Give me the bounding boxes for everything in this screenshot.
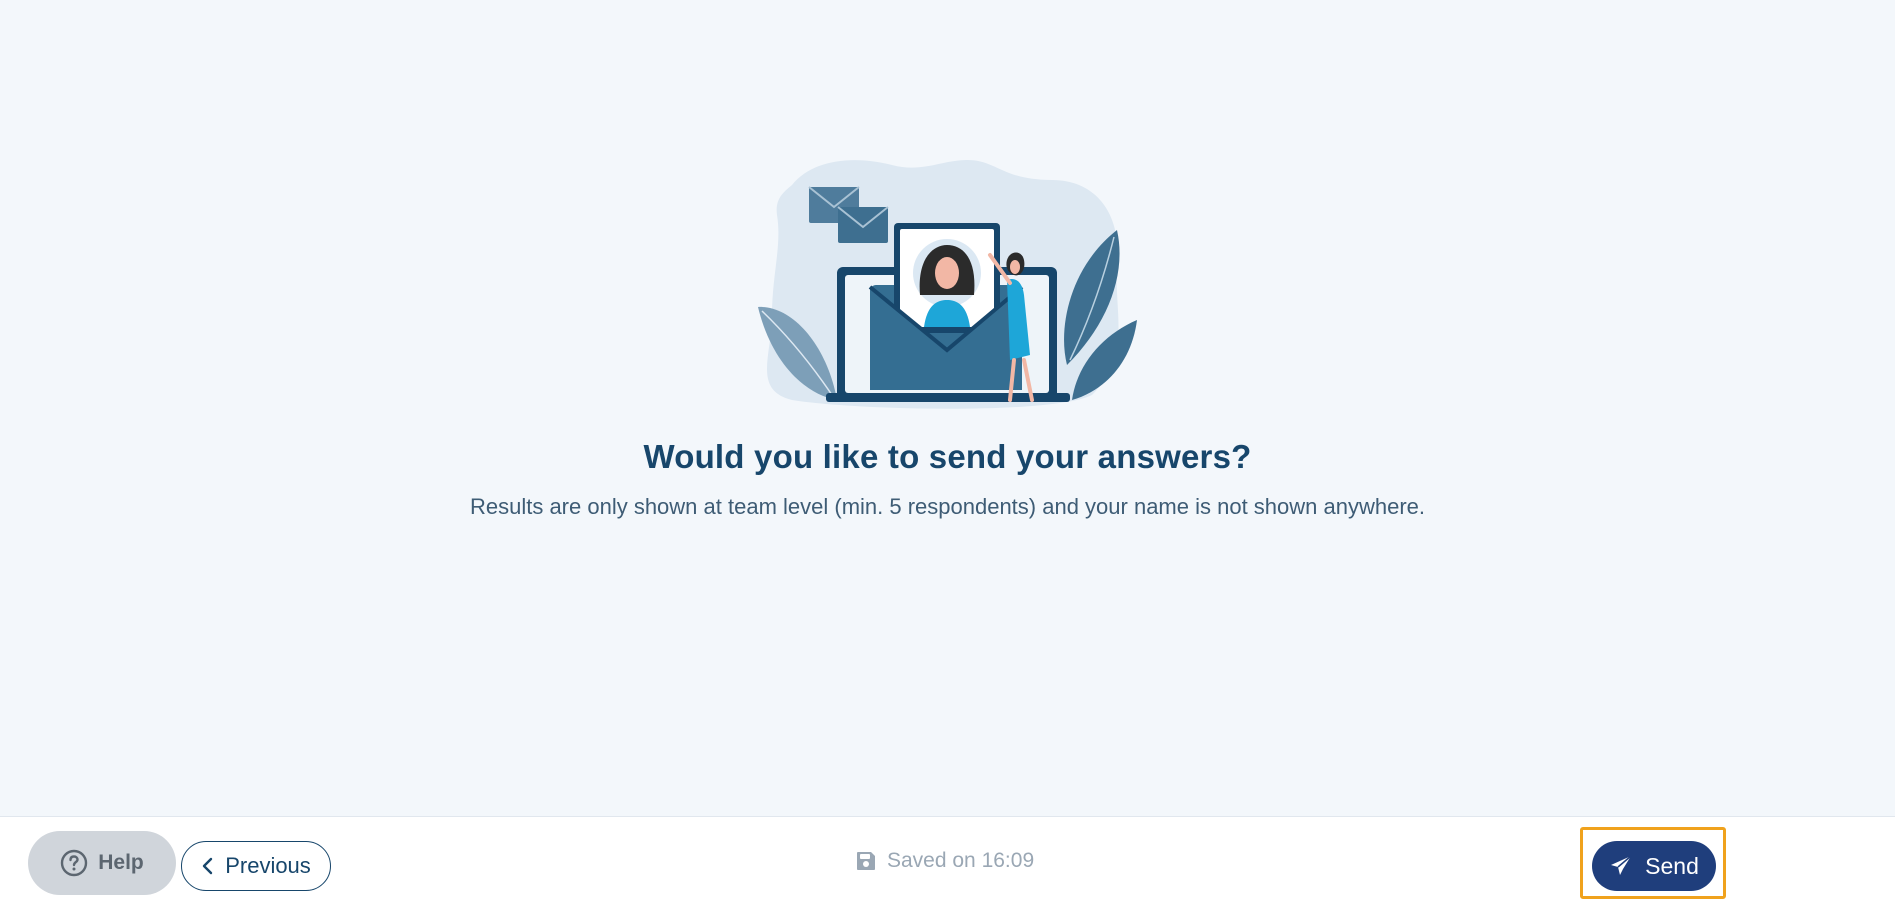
page-title: Would you like to send your answers? <box>643 438 1252 475</box>
previous-label: Previous <box>225 853 311 878</box>
saved-status: Saved on 16:09 <box>855 849 1034 873</box>
envelope-person-illustration <box>758 160 1137 409</box>
paper-plane-icon <box>1609 854 1633 878</box>
saved-text: Saved on 16:09 <box>887 849 1035 872</box>
floppy-disk-icon <box>855 850 877 872</box>
main-content: Would you like to send your answers? Res… <box>0 0 1895 816</box>
page: Would you like to send your answers? Res… <box>0 0 1895 906</box>
send-button[interactable]: Send <box>1592 841 1716 891</box>
footer-bar: Help Previous Saved on 16:09 Send <box>0 816 1895 906</box>
page-subtitle: Results are only shown at team level (mi… <box>469 494 1426 519</box>
previous-button[interactable]: Previous <box>181 841 331 891</box>
help-label: Help <box>98 851 144 874</box>
chevron-left-icon <box>201 856 215 876</box>
send-label: Send <box>1645 852 1699 879</box>
help-button[interactable]: Help <box>28 831 176 895</box>
question-circle-icon <box>60 849 88 877</box>
